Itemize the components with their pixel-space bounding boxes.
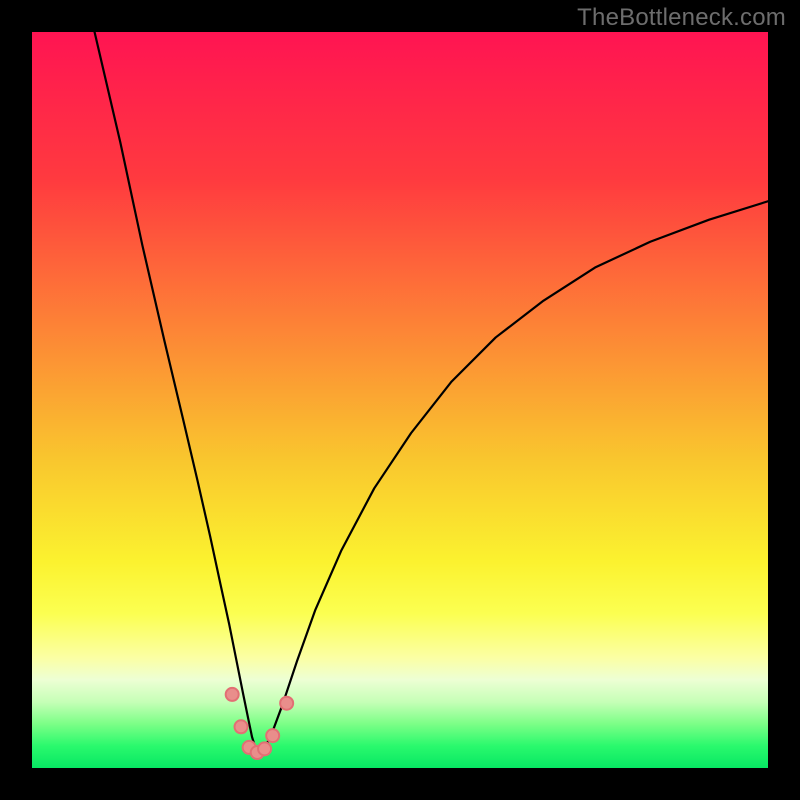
curve-marker (226, 688, 239, 701)
gradient-background (32, 32, 768, 768)
curve-marker (258, 742, 271, 755)
curve-marker (266, 729, 279, 742)
curve-marker (280, 697, 293, 710)
plot-area (32, 32, 768, 768)
bottleneck-chart (32, 32, 768, 768)
chart-frame: TheBottleneck.com (0, 0, 800, 800)
curve-marker (235, 720, 248, 733)
watermark-text: TheBottleneck.com (577, 4, 786, 32)
